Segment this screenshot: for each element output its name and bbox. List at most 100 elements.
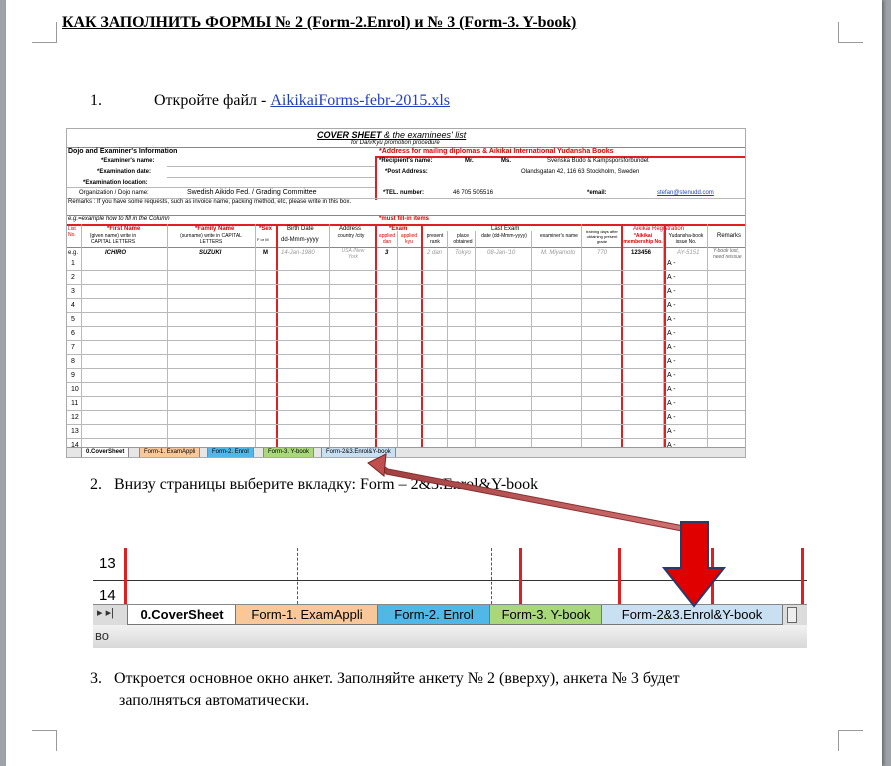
example-examiner: M. Miyamoto bbox=[541, 250, 576, 256]
tab-nav-icon[interactable]: ▸ ▸| bbox=[97, 606, 114, 619]
sheet-row-number: 11 bbox=[71, 400, 79, 407]
spreadsheet-screenshot: COVER SHEET & the examinees' list for Da… bbox=[66, 128, 746, 458]
ms-checkbox[interactable]: Ms. bbox=[501, 158, 511, 164]
sheet-row-number: 13 bbox=[71, 428, 79, 435]
sheet-row-number: 7 bbox=[71, 344, 75, 351]
email-value: stefan@stenudd.com bbox=[657, 190, 714, 196]
sheet-row-number: 8 bbox=[71, 358, 75, 365]
sheet-row-number: 2 bbox=[71, 274, 75, 281]
sheet-row-ybook-prefix: A - bbox=[667, 260, 676, 267]
section-right: *Address for mailing diplomas & Aikikai … bbox=[379, 148, 614, 155]
step-text: Откройте файл - bbox=[154, 92, 271, 109]
tel-label: *TEL. number: bbox=[383, 190, 425, 196]
col-aikikai-registration: Aikikai Registration bbox=[633, 226, 685, 232]
post-label: *Post Address: bbox=[385, 169, 428, 175]
sub-family: (surname) write in CAPITAL LETTERS bbox=[180, 233, 242, 245]
example-note: e.g.=example how to fill in the Column bbox=[68, 216, 170, 222]
exam-date-label: *Examination date: bbox=[97, 169, 152, 175]
zoom-tab-enrol[interactable]: Form-2. Enrol bbox=[377, 605, 491, 625]
col-birth-date: Birth Date bbox=[287, 226, 314, 232]
example-date: 08-Jan-'10 bbox=[487, 250, 516, 256]
sheet-row-ybook-prefix: A - bbox=[667, 344, 676, 351]
step-number: 1. bbox=[90, 92, 102, 109]
sub-present-rank: present rank bbox=[426, 233, 444, 245]
section-left: Dojo and Examiner's Information bbox=[68, 148, 178, 155]
zoom-tab-exam[interactable]: Form-1. ExamAppli bbox=[235, 605, 379, 625]
mr-checkbox[interactable]: Mr. bbox=[465, 158, 474, 164]
examiner-name-label: *Examiner's name: bbox=[101, 158, 155, 164]
tab-scroll-handle[interactable] bbox=[787, 607, 797, 623]
crop-mark-top-right bbox=[838, 22, 863, 43]
sheet-tab-enrol[interactable]: Form-2. Enrol bbox=[207, 448, 254, 457]
example-label: e.g. bbox=[68, 250, 79, 256]
file-link[interactable]: AikikaiForms-febr-2015.xls bbox=[270, 92, 450, 109]
crop-mark-bottom-left bbox=[32, 730, 57, 751]
sheet-row-number: 4 bbox=[71, 302, 75, 309]
sub-address: country /city bbox=[337, 233, 365, 239]
example-family: SUZUKI bbox=[199, 250, 222, 256]
exam-location-label: *Examination location: bbox=[83, 180, 148, 186]
example-ybook: AY-5151 bbox=[677, 250, 700, 256]
zoom-tab-bar: ▸ ▸| 0.CoverSheet Form-1. ExamAppli Form… bbox=[93, 604, 807, 625]
sub-place-obtained: place obtained bbox=[453, 233, 473, 245]
sub-sex: F or M bbox=[257, 237, 269, 242]
sheet-row-ybook-prefix: A - bbox=[667, 372, 676, 379]
zoom-tab-cover[interactable]: 0.CoverSheet bbox=[127, 605, 237, 625]
sheet-row-number: 3 bbox=[71, 288, 75, 295]
sheet-row-line bbox=[67, 424, 745, 425]
sheet-row-line bbox=[67, 284, 745, 285]
sheet-row-ybook-prefix: A - bbox=[667, 302, 676, 309]
zoom-tab-both[interactable]: Form-2&3.Enrol&Y-book bbox=[601, 605, 783, 625]
step-1: 1. Откройте файл - AikikaiForms-febr-201… bbox=[90, 92, 450, 110]
example-place: Tokyo bbox=[455, 250, 471, 256]
sheet-tab-ybook[interactable]: Form-3. Y-book bbox=[263, 448, 315, 457]
sheet-row-line bbox=[67, 396, 745, 397]
sheet-tab-exam[interactable]: Form-1. ExamAppli bbox=[139, 448, 201, 457]
org-value: Swedish Aikido Fed. / Grading Committee bbox=[187, 189, 317, 196]
zoom-row-13: 13 bbox=[99, 555, 116, 572]
sheet-row-line bbox=[67, 354, 745, 355]
sheet-row-line bbox=[67, 326, 745, 327]
step-3: 3. Откроется основное окно анкет. Заполн… bbox=[90, 668, 680, 712]
sheet-row-line bbox=[67, 438, 745, 439]
zoomed-tab-bar-screenshot: 13 14 ▸ ▸| 0.CoverSheet Form-1. ExamAppl… bbox=[93, 548, 807, 648]
col-last-exam: Last Exam bbox=[491, 226, 520, 232]
col-exam: *Exam bbox=[389, 226, 408, 232]
crop-mark-top-left bbox=[32, 22, 57, 43]
sub-applied-dan: applied dan bbox=[378, 233, 396, 245]
sheet-row-number: 10 bbox=[71, 386, 79, 393]
col-sex: *Sex bbox=[259, 226, 273, 232]
document-title: КАК ЗАПОЛНИТЬ ФОРМЫ № 2 (Form-2.Enrol) и… bbox=[62, 14, 577, 31]
sheet-tab-cover[interactable]: 0.CoverSheet bbox=[81, 448, 130, 457]
sheet-row-line bbox=[67, 312, 745, 313]
zoom-tab-ybook[interactable]: Form-3. Y-book bbox=[489, 605, 603, 625]
step-2: 2. Внизу страницы выберите вкладку: Form… bbox=[90, 476, 538, 494]
sheet-row-number: 6 bbox=[71, 330, 75, 337]
sub-date: date (dd-Mmm-yyyy) bbox=[481, 233, 527, 239]
col-first-name: *First Name bbox=[107, 226, 141, 232]
example-days: 770 bbox=[597, 250, 608, 256]
step-text-continued: заполняться автоматически. bbox=[119, 692, 310, 709]
post-value: Olandsgatan 42, 116 63 Stockholm, Sweden bbox=[521, 169, 640, 175]
sub-first: (given name) write in CAPITAL LETTERS bbox=[89, 233, 137, 245]
example-rank: 2 dan bbox=[427, 250, 443, 256]
cover-sheet-title: COVER SHEET & the examinees' list bbox=[317, 130, 467, 140]
example-membership: 123456 bbox=[631, 250, 652, 256]
sheet-row-ybook-prefix: A - bbox=[667, 428, 676, 435]
document-page: КАК ЗАПОЛНИТЬ ФОРМЫ № 2 (Form-2.Enrol) и… bbox=[6, 0, 882, 766]
col-remarks: Remarks bbox=[717, 233, 742, 239]
sheet-row-line bbox=[67, 382, 745, 383]
sub-membership: *Aikikai membership No. bbox=[623, 233, 663, 245]
sub-examiner: examiner's name bbox=[540, 233, 578, 239]
remarks-note: Remarks : If you have some requests, suc… bbox=[68, 199, 352, 205]
sub-ybook: Yudansha-book issue No. bbox=[668, 233, 704, 245]
sheet-row-line bbox=[67, 368, 745, 369]
recipient-label: *Recipient's name: bbox=[379, 158, 433, 164]
sheet-row-line bbox=[67, 410, 745, 411]
crop-mark-bottom-right bbox=[838, 730, 863, 751]
step-text: Внизу страницы выберите вкладку: Form – … bbox=[114, 476, 539, 493]
example-birth: 14-Jan-1980 bbox=[281, 250, 315, 256]
sheet-tab-both[interactable]: Form-2&3.Enrol&Y-book bbox=[321, 448, 396, 457]
step-text: Откроется основное окно анкет. Заполняйт… bbox=[114, 670, 680, 687]
example-first: ICHIRO bbox=[105, 250, 126, 256]
